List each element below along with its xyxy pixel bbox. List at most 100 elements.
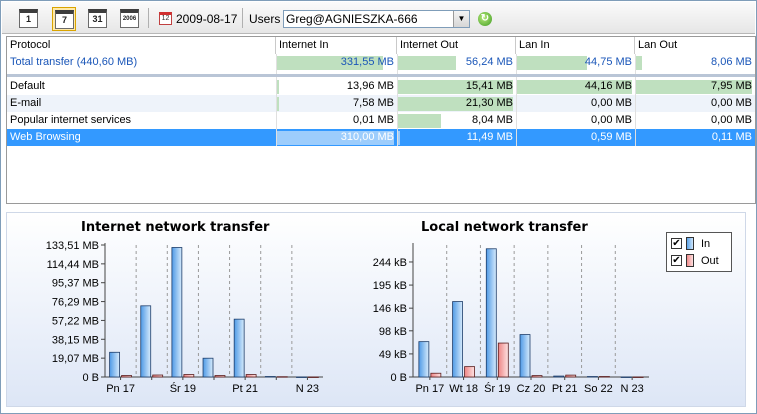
bar-in [140,305,152,378]
y-tick-label: 98 kB [379,326,407,338]
y-tick-label: 19,07 MB [52,353,99,365]
y-tick-label: 0 B [390,372,407,384]
user-select-value: Greg@AGNIESZKA-666 [286,12,418,26]
y-tick-label: 195 kB [373,280,407,292]
value-cell: 15,41 MB [465,80,513,92]
bar-in [171,247,183,378]
month-view-button[interactable]: 31 [86,7,110,31]
value-cell: 44,16 MB [584,80,632,92]
protocol-cell: Popular internet services [10,114,132,126]
total-separator [7,74,755,77]
y-tick-label: 146 kB [373,303,407,315]
bar-in [109,351,120,378]
refresh-icon[interactable]: ↻ [478,12,492,26]
calendar-year-icon: 2006 [120,9,139,28]
y-tick-label: 49 kB [379,349,407,361]
column-header-lan-out[interactable]: Lan Out [635,37,755,54]
protocol-cell: Default [10,80,45,92]
value-cell: 331,55 MB [340,56,394,68]
bar-out [152,374,164,378]
user-select[interactable]: Greg@AGNIESZKA-666 ▼ [283,10,470,28]
column-divider [635,54,636,146]
bar-out [531,375,543,378]
column-divider [516,54,517,146]
value-cell: 7,58 MB [353,97,394,109]
y-tick-label: 76,29 MB [52,297,99,309]
value-cell: 11,49 MB [466,131,513,143]
value-cell: 56,24 MB [465,56,513,68]
value-cell: 0,00 MB [711,97,752,109]
internet-chart-title: Internet network transfer [81,220,270,235]
x-tick-label: Pt 21 [232,383,258,395]
table-row[interactable]: Popular internet services 0,01 MB 8,04 MB 0… [7,112,755,129]
local-transfer-chart: 0 B 49 kB 98 kB 146 kB 195 kB 244 kB Pn 17 Wt 1… [373,243,649,395]
column-header-internet-out[interactable]: Internet Out [397,37,516,54]
table-row[interactable]: Web Browsing 310,00 MB 11,49 MB 0,59 MB 0,11… [7,129,755,146]
x-tick-label: Pn 17 [415,383,444,395]
x-tick-label: Pt 21 [552,383,578,395]
checkbox-in[interactable]: ✔ [671,238,682,249]
bar-out [308,376,319,378]
value-cell: 44,75 MB [584,56,632,68]
table-row[interactable]: E-mail 7,58 MB 21,30 MB 0,00 MB 0,00 MB [7,95,755,112]
value-cell: 0,00 MB [591,97,632,109]
local-chart-title: Local network transfer [421,220,588,235]
legend-swatch-in [686,237,694,250]
toolbar-separator [242,8,243,28]
x-tick-label: Pn 17 [106,383,135,395]
column-header-protocol[interactable]: Protocol [7,37,276,54]
toolbar: 1 7 31 2006 12 2009-08-17 Users Greg@AGN… [2,2,755,34]
bar-out [430,372,442,378]
calendar-day-icon: 1 [19,9,38,28]
bar-out [464,366,475,378]
bar-in [296,376,307,378]
x-tick-label: N 23 [621,383,644,395]
bar-in [418,341,430,378]
bar-out [214,375,226,378]
column-divider [276,54,277,146]
legend-label-out: Out [701,255,719,267]
week-view-button[interactable]: 7 [52,7,76,31]
checkbox-out[interactable]: ✔ [671,255,682,266]
bar-in [202,357,214,378]
bar-out [276,376,288,378]
bar-in [452,301,463,378]
legend-swatch-out [686,254,694,267]
value-cell: 0,00 MB [711,114,752,126]
bar-in [233,318,245,378]
legend-label-in: In [701,238,711,250]
value-cell: 0,01 MB [353,114,394,126]
bar-out [565,374,577,378]
value-cell: 0,11 MB [711,131,752,143]
bar-out [497,342,509,378]
column-header-internet-in[interactable]: Internet In [276,37,397,54]
app-window: 1 7 31 2006 12 2009-08-17 Users Greg@AGN… [0,0,757,414]
y-tick-label: 0 B [82,372,99,384]
column-divider [397,54,398,146]
bar-out [121,375,132,378]
y-tick-label: 244 kB [373,257,407,269]
chevron-down-icon[interactable]: ▼ [453,11,469,27]
y-tick-label: 95,37 MB [52,278,99,290]
calendar-month-icon: 31 [88,9,107,28]
total-row[interactable]: Total transfer (440,60 MB) 331,55 MB 56,24… [7,54,755,71]
bar-out [183,374,195,378]
bar-out [599,376,610,378]
table-header: Protocol Internet In Internet Out Lan In… [7,37,755,54]
value-cell: 8,04 MB [472,114,513,126]
bar-in [519,334,531,378]
day-view-button[interactable]: 1 [17,7,41,31]
chart-legend: ✔ In ✔ Out [666,232,732,272]
value-cell: 8,06 MB [711,56,752,68]
y-tick-label: 114,44 MB [47,259,99,271]
table-row[interactable]: Default 13,96 MB 15,41 MB 44,16 MB 7,95 MB [7,78,755,95]
date-picker[interactable]: 2009-08-17 [176,12,237,26]
x-tick-label: Wt 18 [449,383,478,395]
value-cell: 0,59 MB [591,131,632,143]
value-cell: 0,00 MB [591,114,632,126]
date-picker-icon[interactable]: 12 [159,12,172,25]
value-cell: 13,96 MB [346,80,394,92]
year-view-button[interactable]: 2006 [118,7,142,31]
bar-out [632,376,644,378]
column-header-lan-in[interactable]: Lan In [516,37,635,54]
